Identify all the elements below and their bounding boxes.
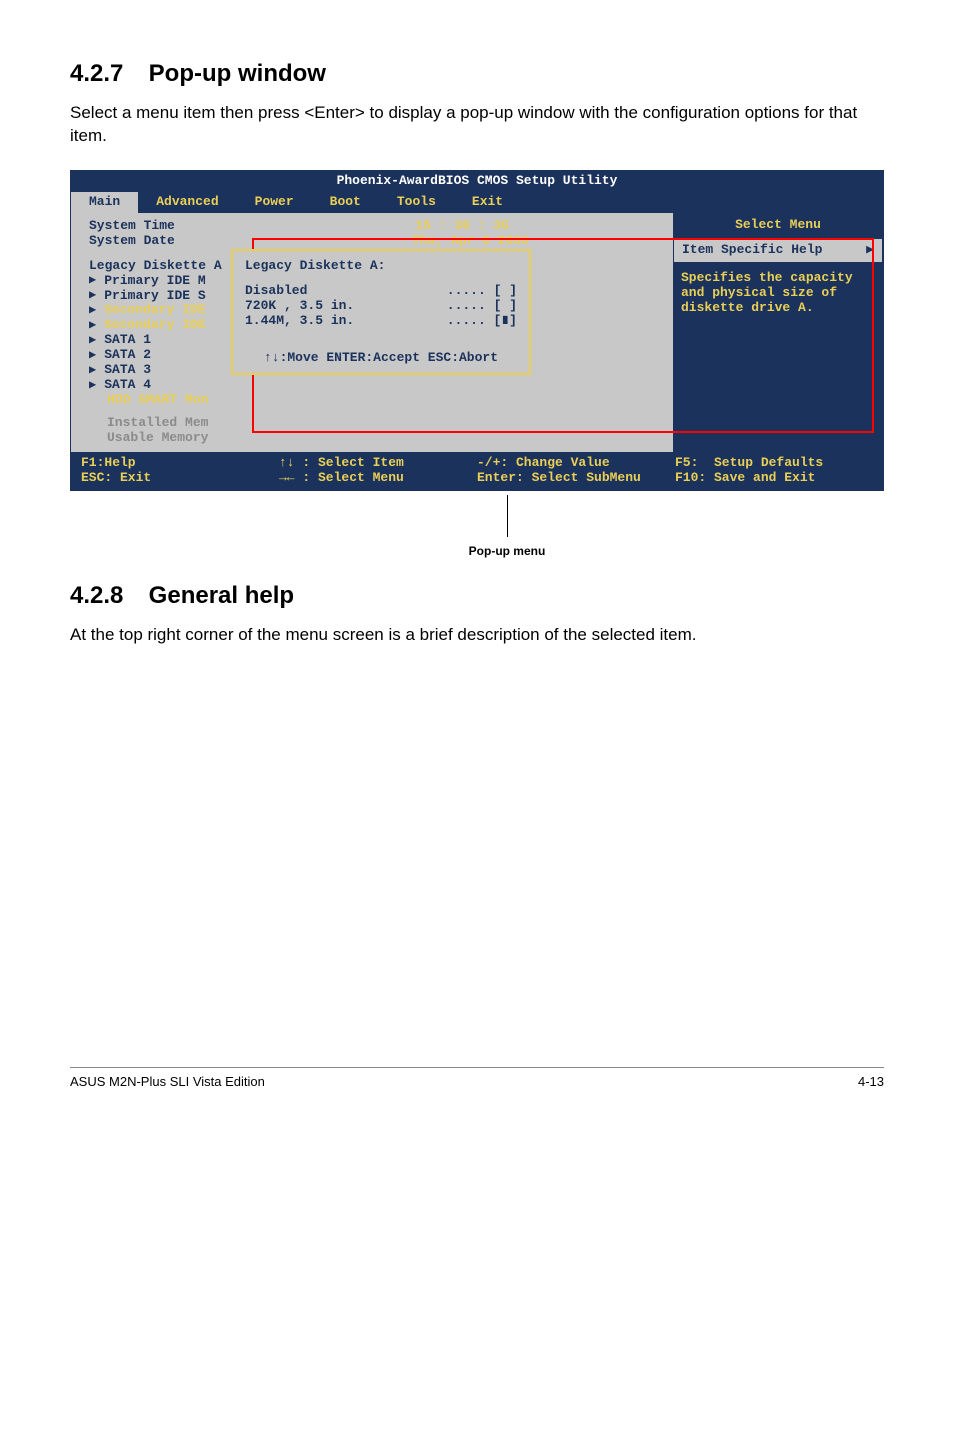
- triangle-icon: ▶: [89, 319, 96, 333]
- hint-select-item: ↑↓ : Select Item: [279, 455, 404, 470]
- sub-label: SATA 3: [104, 363, 151, 378]
- bios-side-panel: Select Menu Item Specific Help ▶ Specifi…: [673, 213, 883, 452]
- tab-tools[interactable]: Tools: [379, 192, 454, 213]
- system-date-value: Thu, Apr 6 2006: [412, 234, 529, 249]
- section-num: 4.2.8: [70, 582, 142, 610]
- installed-mem: Installed Mem: [107, 416, 659, 431]
- triangle-icon: ▶: [89, 289, 96, 303]
- sub-hdd-smart[interactable]: HDD SMART Mon: [107, 393, 659, 408]
- triangle-icon: ▶: [89, 364, 96, 378]
- popup-title: Legacy Diskette A:: [245, 259, 517, 274]
- system-time-value: 15 : 30 : 36: [415, 219, 509, 234]
- sub-label: SATA 2: [104, 348, 151, 363]
- tab-main[interactable]: Main: [71, 192, 138, 213]
- opt-label: 720K , 3.5 in.: [245, 299, 354, 314]
- popup-window: Legacy Diskette A: Disabled ..... [ ] 72…: [231, 249, 531, 376]
- section-title: Pop-up window: [149, 60, 326, 87]
- opt-mark: ..... [ ]: [447, 299, 517, 314]
- sub-label: HDD SMART Mon: [107, 393, 208, 408]
- section-title: General help: [149, 582, 294, 609]
- opt-label: Disabled: [245, 284, 307, 299]
- section-intro-2: At the top right corner of the menu scre…: [70, 624, 884, 647]
- usable-mem: Usable Memory: [107, 431, 659, 446]
- side-menu-header: Select Menu: [673, 213, 883, 238]
- callout: Pop-up menu: [70, 495, 884, 558]
- hint-f1: F1:Help: [81, 455, 136, 470]
- bios-tabbar: Main Advanced Power Boot Tools Exit: [71, 192, 883, 213]
- section-intro: Select a menu item then press <Enter> to…: [70, 102, 884, 148]
- hint-change-value: -/+: Change Value: [477, 455, 610, 470]
- callout-label: Pop-up menu: [130, 544, 884, 558]
- section-heading-general: 4.2.8 General help: [70, 582, 884, 610]
- opt-mark: ..... [∎]: [447, 314, 517, 329]
- section-num: 4.2.7: [70, 60, 142, 88]
- sub-label: Secondary IDE: [104, 318, 205, 333]
- triangle-right-icon: ▶: [866, 243, 874, 258]
- tab-advanced[interactable]: Advanced: [138, 192, 236, 213]
- system-time-row[interactable]: System Time 15 : 30 : 36: [89, 219, 659, 234]
- footer-right: 4-13: [858, 1074, 884, 1089]
- triangle-icon: ▶: [89, 274, 96, 288]
- bios-title: Phoenix-AwardBIOS CMOS Setup Utility: [71, 171, 883, 192]
- sub-sata4[interactable]: ▶ SATA 4: [89, 378, 659, 393]
- triangle-icon: ▶: [89, 379, 96, 393]
- footer-left: ASUS M2N-Plus SLI Vista Edition: [70, 1074, 265, 1089]
- hint-select-submenu: Enter: Select SubMenu: [477, 470, 641, 485]
- system-date-label: System Date: [89, 234, 175, 249]
- bios-window: Phoenix-AwardBIOS CMOS Setup Utility Mai…: [70, 170, 884, 491]
- popup-opt-disabled[interactable]: Disabled ..... [ ]: [245, 284, 517, 299]
- triangle-icon: ▶: [89, 349, 96, 363]
- system-date-row[interactable]: System Date Thu, Apr 6 2006: [89, 234, 659, 249]
- popup-opt-144m[interactable]: 1.44M, 3.5 in. ..... [∎]: [245, 314, 517, 329]
- bios-main-panel: System Time 15 : 30 : 36 System Date Thu…: [71, 213, 673, 452]
- system-time-label: System Time: [89, 219, 175, 234]
- opt-label: 1.44M, 3.5 in.: [245, 314, 354, 329]
- help-text: Specifies the capacity and physical size…: [681, 270, 853, 315]
- section-heading-popup: 4.2.7 Pop-up window: [70, 60, 884, 88]
- side-help-label: Item Specific Help ▶: [673, 238, 883, 263]
- bios-footer: F1:Help ESC: Exit ↑↓ : Select Item →← : …: [71, 452, 883, 490]
- popup-nav-hint: ↑↓:Move ENTER:Accept ESC:Abort: [245, 351, 517, 366]
- tab-boot[interactable]: Boot: [312, 192, 379, 213]
- hint-esc: ESC: Exit: [81, 470, 151, 485]
- hint-f10: F10: Save and Exit: [675, 470, 815, 485]
- tab-power[interactable]: Power: [237, 192, 312, 213]
- sub-label: Primary IDE S: [104, 289, 205, 304]
- hint-select-menu: →← : Select Menu: [279, 470, 404, 485]
- sub-label: SATA 4: [104, 378, 151, 393]
- sub-label: Primary IDE M: [104, 274, 205, 289]
- page-footer: ASUS M2N-Plus SLI Vista Edition 4-13: [70, 1067, 884, 1089]
- sub-label: SATA 1: [104, 333, 151, 348]
- triangle-icon: ▶: [89, 304, 96, 318]
- tab-exit[interactable]: Exit: [454, 192, 521, 213]
- side-help-text: Specifies the capacity and physical size…: [673, 263, 883, 452]
- popup-opt-720k[interactable]: 720K , 3.5 in. ..... [ ]: [245, 299, 517, 314]
- sub-label: Secondary IDE: [104, 303, 205, 318]
- legacy-diskette-label: Legacy Diskette A: [89, 258, 222, 273]
- triangle-icon: ▶: [89, 334, 96, 348]
- side-help-label-text: Item Specific Help: [682, 243, 822, 258]
- hint-f5: F5: Setup Defaults: [675, 455, 823, 470]
- opt-mark: ..... [ ]: [447, 284, 517, 299]
